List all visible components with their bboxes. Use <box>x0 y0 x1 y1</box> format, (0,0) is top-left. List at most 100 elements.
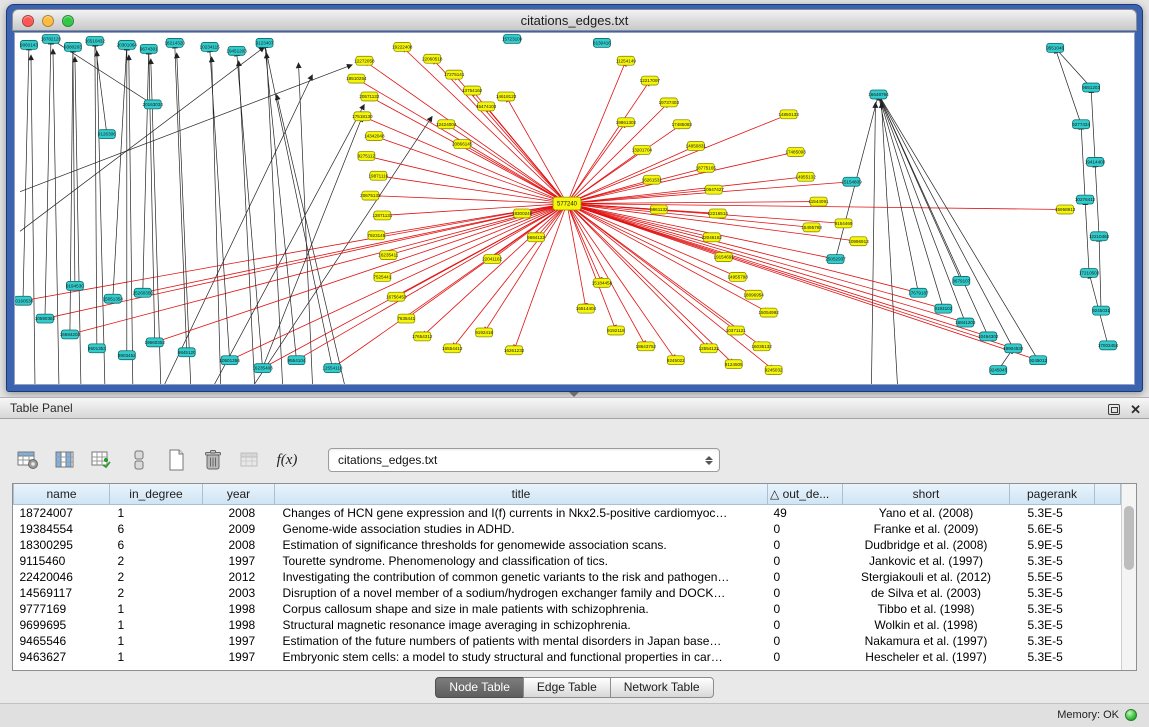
citation-edge-black[interactable] <box>210 47 230 360</box>
tab-network-table[interactable]: Network Table <box>610 677 714 698</box>
citation-edge-black[interactable] <box>215 104 365 384</box>
citation-edge-red[interactable] <box>362 116 567 203</box>
citation-edge-black[interactable] <box>95 41 107 134</box>
citation-edge-red[interactable] <box>364 61 567 204</box>
citation-edge-black[interactable] <box>20 65 352 192</box>
node-label: 577240 <box>557 202 578 208</box>
citation-edge-black[interactable] <box>175 43 187 352</box>
citation-edge-red[interactable] <box>567 204 836 260</box>
table-row[interactable]: 1456911722003Disruption of a novel membe… <box>14 585 1121 601</box>
citation-edge-red[interactable] <box>567 152 796 204</box>
citation-edge-black[interactable] <box>871 102 875 384</box>
citation-edge-black[interactable] <box>212 57 221 384</box>
node-label: 12871131 <box>372 213 392 218</box>
node-label: 19154691 <box>714 255 735 260</box>
citation-edge-red[interactable] <box>567 202 819 204</box>
table-row[interactable]: 1872400712008Changes of HCN gene express… <box>14 504 1121 521</box>
network-canvas[interactable]: 5772409060143187821209380203165104322030… <box>14 32 1135 385</box>
citation-edge-black[interactable] <box>267 53 283 384</box>
table-row[interactable]: 1938455462009Genome-wide association stu… <box>14 521 1121 537</box>
column-header-name[interactable]: name <box>14 484 110 504</box>
cell-year: 2012 <box>203 569 275 585</box>
citation-edge-black[interactable] <box>1095 162 1099 236</box>
citation-edge-black[interactable] <box>165 75 313 384</box>
citation-edge-red[interactable] <box>369 96 567 203</box>
citation-edge-black[interactable] <box>53 49 59 384</box>
column-header-out_de[interactable]: △ out_de... <box>768 484 843 504</box>
citation-edge-black[interactable] <box>878 94 943 308</box>
scrollbar-thumb[interactable] <box>1124 506 1134 570</box>
table-row[interactable]: 946362711997Embryonic stem cells: a mode… <box>14 649 1121 665</box>
node-table: namein_degreeyeartitle△ out_de...shortpa… <box>12 483 1137 671</box>
tab-node-table[interactable]: Node Table <box>435 677 524 698</box>
cell-pagerank: 5.5E-5 <box>1010 569 1095 585</box>
close-panel-icon[interactable]: ✕ <box>1130 403 1141 416</box>
citation-edge-black[interactable] <box>881 102 897 384</box>
citation-edge-red[interactable] <box>567 102 669 203</box>
citation-edge-red[interactable] <box>514 204 567 351</box>
table-row[interactable]: 2242004622012Investigating the contribut… <box>14 569 1121 585</box>
vertical-scrollbar[interactable] <box>1121 484 1136 671</box>
citation-edge-red[interactable] <box>446 124 567 203</box>
column-header-pagerank[interactable]: pagerank <box>1010 484 1095 504</box>
citation-edge-black[interactable] <box>878 94 918 292</box>
cell-out_de: 0 <box>768 521 843 537</box>
citation-edge-red[interactable] <box>567 204 724 258</box>
network-window-titlebar[interactable]: citations_edges.txt <box>12 9 1137 31</box>
citation-edge-black[interactable] <box>31 55 35 384</box>
citation-edge-red[interactable] <box>567 204 988 337</box>
tab-edge-table[interactable]: Edge Table <box>523 677 611 698</box>
citation-edge-red[interactable] <box>402 47 567 204</box>
citation-edge-red[interactable] <box>462 144 567 203</box>
column-header-in_degree[interactable]: in_degree <box>110 484 203 504</box>
citation-edge-red[interactable] <box>388 204 567 256</box>
citation-edge-black[interactable] <box>836 94 879 259</box>
citation-edge-black[interactable] <box>45 39 51 319</box>
citation-edge-black[interactable] <box>1099 236 1101 310</box>
table-select[interactable]: citations_edges.txt <box>328 448 720 472</box>
citation-edge-red[interactable] <box>567 204 602 283</box>
table-row[interactable]: 946554611997Estimation of the future num… <box>14 633 1121 649</box>
citation-edge-black[interactable] <box>129 55 133 384</box>
citation-edge-black[interactable] <box>97 51 105 384</box>
citation-edge-red[interactable] <box>567 204 965 323</box>
citation-edge-black[interactable] <box>143 49 149 293</box>
citation-edge-red[interactable] <box>567 204 709 349</box>
column-header-short[interactable]: short <box>843 484 1010 504</box>
citation-edge-black[interactable] <box>73 47 75 286</box>
table-mode-icon[interactable] <box>14 446 42 474</box>
function-builder-icon[interactable]: f(x) <box>273 446 301 474</box>
edit-table-icon[interactable] <box>88 446 116 474</box>
citation-edge-black[interactable] <box>1055 48 1091 88</box>
table-row[interactable]: 969969511998Structural magnetic resonanc… <box>14 617 1121 633</box>
cell-title: Structural magnetic resonance image aver… <box>275 617 768 633</box>
citation-edge-black[interactable] <box>237 51 263 368</box>
table-row[interactable]: 1830029562008Estimation of significance … <box>14 537 1121 553</box>
table-row[interactable]: 977716911998Corpus callosum shape and si… <box>14 601 1121 617</box>
network-graph[interactable]: 5772409060143187821209380203165104322030… <box>15 33 1134 384</box>
node-label: 18904532 <box>1003 346 1024 351</box>
citation-edge-black[interactable] <box>265 43 297 360</box>
citation-edge-black[interactable] <box>23 45 29 301</box>
float-panel-icon[interactable] <box>1108 404 1120 415</box>
citation-edge-black[interactable] <box>70 47 73 335</box>
citation-edge-red[interactable] <box>567 177 806 204</box>
citation-edge-black[interactable] <box>95 41 97 348</box>
create-column-icon[interactable] <box>162 446 190 474</box>
rows-icon[interactable] <box>125 446 153 474</box>
column-header-year[interactable]: year <box>203 484 275 504</box>
table-row[interactable]: 911546021997Tourette syndrome. Phenomeno… <box>14 553 1121 569</box>
column-header-title[interactable]: title <box>275 484 768 504</box>
node-label: 16684203 <box>60 332 81 337</box>
cell-name: 9463627 <box>14 649 110 665</box>
node-label: 14850133 <box>778 112 799 117</box>
citation-edge-black[interactable] <box>1091 88 1095 162</box>
citation-edge-black[interactable] <box>20 47 265 231</box>
citation-edge-black[interactable] <box>878 94 961 280</box>
node-label: 10647427 <box>704 187 725 192</box>
show-columns-icon[interactable] <box>51 446 79 474</box>
citation-edge-black[interactable] <box>1055 48 1081 124</box>
delete-column-icon[interactable] <box>199 446 227 474</box>
citation-edge-black[interactable] <box>265 43 333 368</box>
citation-edge-red[interactable] <box>432 59 567 204</box>
